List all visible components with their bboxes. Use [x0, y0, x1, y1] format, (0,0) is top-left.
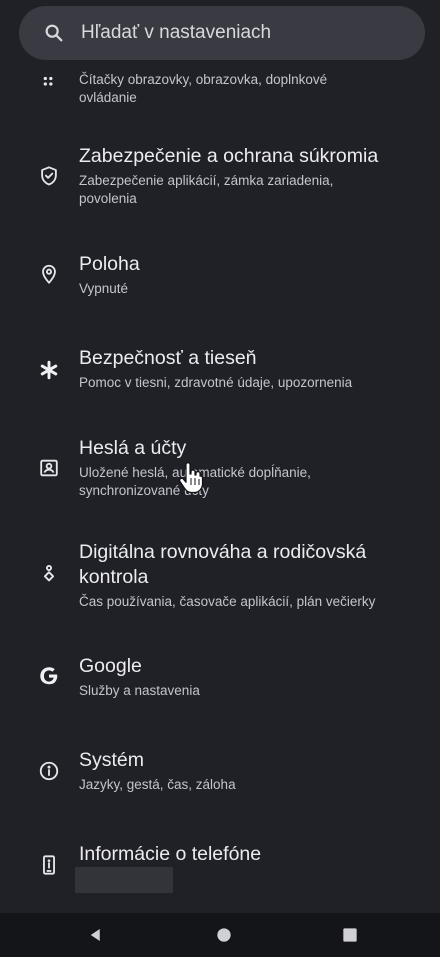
settings-item-location[interactable]: Poloha Vypnuté: [0, 236, 440, 316]
hand-cursor-icon: [179, 462, 204, 494]
settings-item-security-privacy[interactable]: Zabezpečenie a ochrana súkromia Zabezpeč…: [0, 130, 440, 220]
settings-item-system[interactable]: Systém Jazyky, gestá, čas, záloha: [0, 732, 440, 812]
accessibility-icon: [37, 72, 61, 96]
settings-item-title: Google: [79, 655, 142, 677]
settings-item-digital-wellbeing[interactable]: Digitálna rovnováha a rodičovská kontrol…: [0, 526, 440, 626]
phone-info-icon: [37, 853, 61, 877]
google-g-icon: [37, 664, 61, 688]
settings-item-title: Informácie o telefóne: [79, 843, 262, 865]
settings-item-title: Bezpečnosť a tieseň: [79, 347, 257, 369]
search-icon: [45, 24, 63, 42]
settings-item-title: Poloha: [79, 253, 140, 275]
asterisk-icon: [37, 358, 61, 382]
home-circle-icon: [217, 928, 231, 942]
settings-item-accessibility[interactable]: Čítačky obrazovky, obrazovka, doplnkové …: [0, 60, 440, 120]
location-pin-icon: [37, 262, 61, 286]
search-bar[interactable]: Hľadať v nastaveniach: [19, 6, 425, 60]
digital-wellbeing-icon: [37, 562, 61, 586]
settings-item-title: Heslá a účty: [79, 437, 187, 459]
settings-item-title: kontrola: [79, 566, 149, 588]
settings-item-subtitle: ovládanie: [79, 90, 137, 105]
settings-item-subtitle: Uložené heslá, automatické dopĺňanie,: [79, 465, 311, 480]
settings-item-subtitle: Zabezpečenie aplikácií, zámka zariadenia…: [79, 173, 334, 188]
settings-item-title: Digitálna rovnováha a rodičovská: [79, 541, 367, 563]
settings-item-about-phone[interactable]: Informácie o telefóne: [0, 826, 440, 906]
back-button[interactable]: [80, 919, 112, 951]
system-nav-bar: [0, 913, 440, 957]
info-circle-icon: [37, 759, 61, 783]
home-button[interactable]: [208, 919, 240, 951]
settings-item-subtitle: Pomoc v tiesni, zdravotné údaje, upozorn…: [79, 375, 353, 390]
settings-item-subtitle: synchronizované účty: [79, 483, 209, 498]
redacted-phone-model: [75, 867, 173, 893]
settings-item-subtitle: povolenia: [79, 191, 137, 206]
shield-check-icon: [37, 164, 61, 188]
settings-item-title: Zabezpečenie a ochrana súkromia: [79, 145, 379, 167]
recents-square-icon: [343, 928, 357, 942]
settings-screen: Čítačky obrazovky, obrazovka, doplnkové …: [0, 0, 440, 957]
settings-item-google[interactable]: Google Služby a nastavenia: [0, 638, 440, 718]
settings-item-subtitle: Vypnuté: [79, 281, 129, 296]
settings-item-title: Systém: [79, 749, 145, 771]
recents-button[interactable]: [334, 919, 366, 951]
settings-item-subtitle: Jazyky, gestá, čas, záloha: [79, 777, 236, 792]
back-triangle-icon: [90, 929, 100, 941]
settings-item-safety-emergency[interactable]: Bezpečnosť a tieseň Pomoc v tiesni, zdra…: [0, 330, 440, 410]
settings-item-subtitle: Čítačky obrazovky, obrazovka, doplnkové: [79, 72, 328, 87]
account-box-icon: [37, 456, 61, 480]
settings-item-passwords-accounts[interactable]: Heslá a účty Uložené heslá, automatické …: [0, 420, 440, 510]
settings-item-subtitle: Služby a nastavenia: [79, 683, 200, 698]
search-input[interactable]: Hľadať v nastaveniach: [81, 22, 271, 44]
settings-item-subtitle: Čas používania, časovače aplikácií, plán…: [79, 594, 376, 609]
